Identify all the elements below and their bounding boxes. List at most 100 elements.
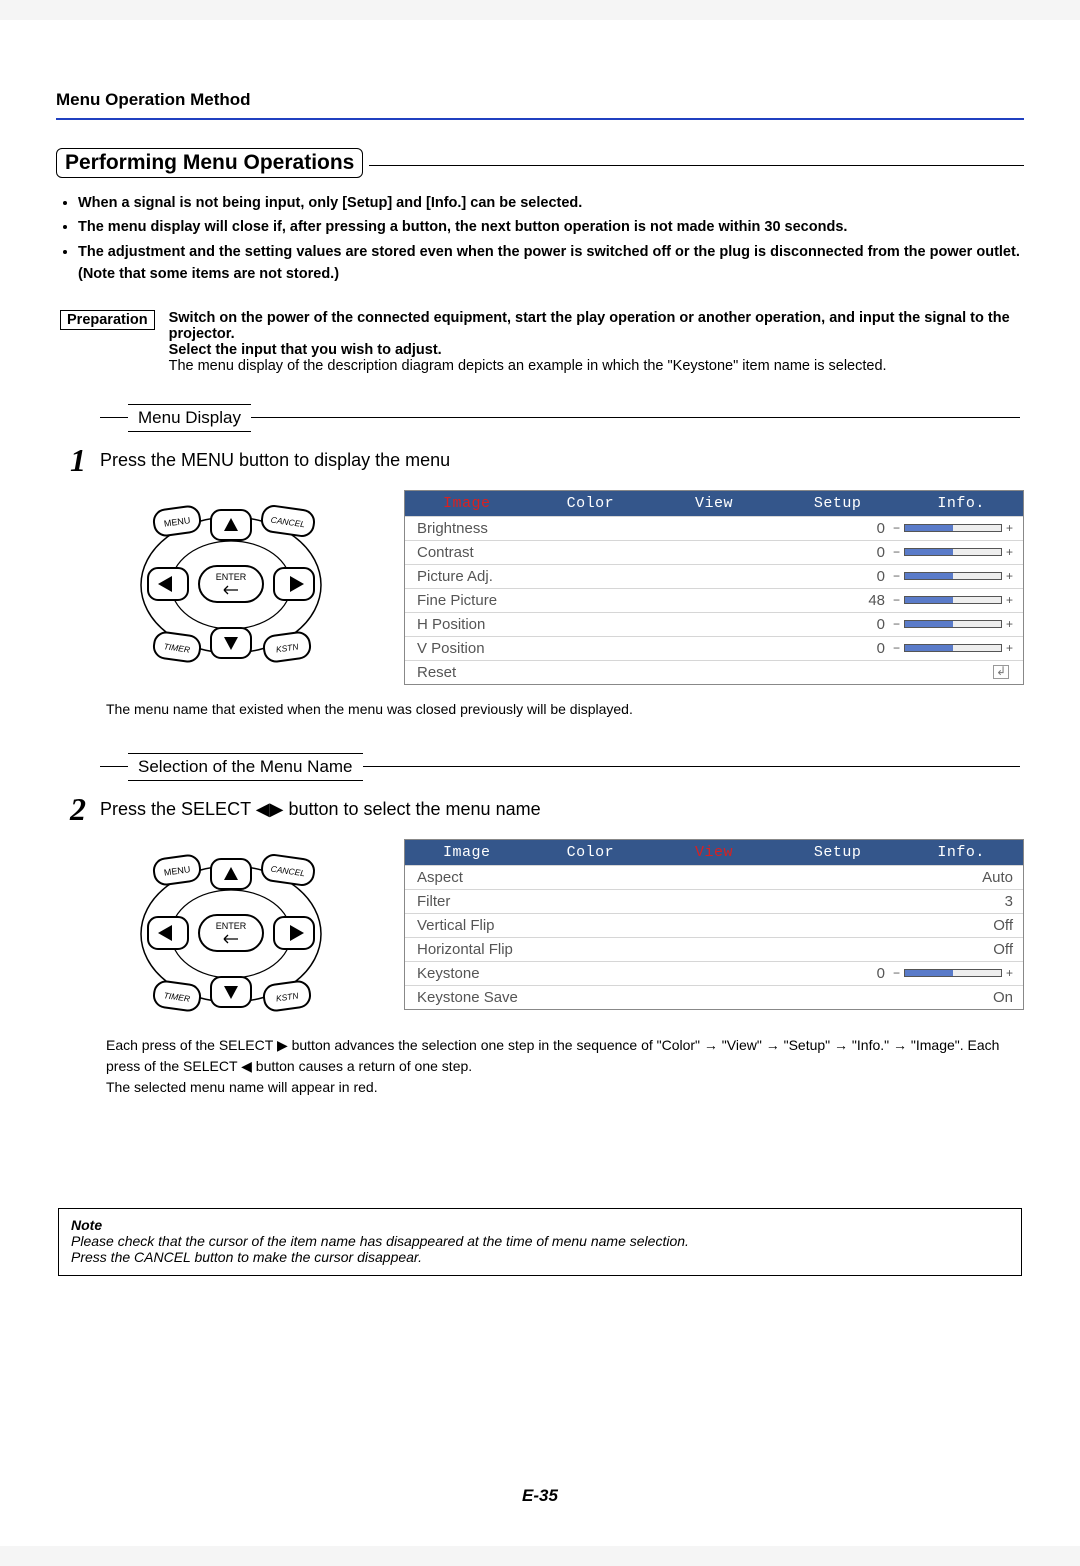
plus-icon: + xyxy=(1006,593,1013,607)
plus-icon: + xyxy=(1006,545,1013,559)
osd-row-value: Off xyxy=(861,941,1013,958)
osd-row: Filter3 xyxy=(405,889,1023,913)
osd-row-label: Reset xyxy=(417,664,993,681)
osd-bar xyxy=(904,596,1002,604)
osd-row-label: Filter xyxy=(417,893,861,910)
minus-icon: − xyxy=(893,966,900,980)
prep-bold1: Switch on the power of the connected equ… xyxy=(169,310,1010,342)
osd-row-label: Contrast xyxy=(417,544,853,561)
prep-plain: The menu display of the description diag… xyxy=(169,358,887,374)
page: Menu Operation Method Performing Menu Op… xyxy=(0,20,1080,1546)
note-body: Please check that the cursor of the item… xyxy=(71,1233,1009,1265)
osd-row-value: 3 xyxy=(861,893,1013,910)
osd-row: H Position0−+ xyxy=(405,612,1023,636)
note-box: Note Please check that the cursor of the… xyxy=(58,1208,1022,1276)
minus-icon: − xyxy=(893,617,900,631)
page-header: Menu Operation Method xyxy=(56,90,1024,110)
osd-row: Reset xyxy=(405,660,1023,684)
bullet-item: When a signal is not being input, only [… xyxy=(78,192,1024,214)
sub-heading: Menu Display xyxy=(128,404,251,432)
osd-bar xyxy=(904,620,1002,628)
osd-row: Vertical FlipOff xyxy=(405,913,1023,937)
step1-caption: The menu name that existed when the menu… xyxy=(106,701,1024,717)
osd-row-label: Vertical Flip xyxy=(417,917,861,934)
step-content: ENTER MENU CANCEL TIMER KSTN Image Color… xyxy=(106,490,1024,685)
osd-tab-image: Image xyxy=(405,491,529,516)
osd-menu-2: Image Color View Setup Info. AspectAutoF… xyxy=(404,839,1024,1010)
sub-line xyxy=(100,766,128,767)
note-title: Note xyxy=(71,1217,1009,1233)
preparation-text: Switch on the power of the connected equ… xyxy=(169,310,1024,374)
osd-tab-setup: Setup xyxy=(776,491,900,516)
step-text-post: button to select the menu name xyxy=(288,799,540,819)
osd-tab-color: Color xyxy=(529,840,653,865)
sub-line xyxy=(363,766,1020,767)
osd-bar xyxy=(904,644,1002,652)
note-line: Press the CANCEL button to make the curs… xyxy=(71,1249,422,1265)
prep-bold2: Select the input that you wish to adjust… xyxy=(169,342,442,358)
sub-heading-row: Selection of the Menu Name xyxy=(100,753,1024,781)
section-heading-line xyxy=(369,165,1024,166)
osd-row: Horizontal FlipOff xyxy=(405,937,1023,961)
sub-heading-row: Menu Display xyxy=(100,404,1024,432)
bullet-text: (Note that some items are not stored.) xyxy=(78,266,339,282)
step-content: ENTER MENU CANCEL TIMER KSTN Image Color… xyxy=(106,839,1024,1019)
osd-row-label: H Position xyxy=(417,616,853,633)
osd-row-value: 0 xyxy=(853,544,885,561)
osd-row-label: V Position xyxy=(417,640,853,657)
minus-icon: − xyxy=(893,569,900,583)
bullet-item: The adjustment and the setting values ar… xyxy=(78,241,1024,286)
osd-row: AspectAuto xyxy=(405,865,1023,889)
osd-row-label: Brightness xyxy=(417,520,853,537)
osd-row: Fine Picture48−+ xyxy=(405,588,1023,612)
step-row: 1 Press the MENU button to display the m… xyxy=(56,444,1024,476)
bullet-list: When a signal is not being input, only [… xyxy=(78,192,1024,286)
minus-icon: − xyxy=(893,521,900,535)
osd-row-label: Fine Picture xyxy=(417,592,853,609)
sub-line xyxy=(251,417,1020,418)
osd-row: Brightness0−+ xyxy=(405,516,1023,540)
osd-row-value: 0 xyxy=(853,616,885,633)
osd-bar-wrap: −+ xyxy=(893,521,1013,535)
osd-row-label: Picture Adj. xyxy=(417,568,853,585)
plus-icon: + xyxy=(1006,569,1013,583)
osd-row-label: Keystone xyxy=(417,965,853,982)
plus-icon: + xyxy=(1006,617,1013,631)
preparation-label: Preparation xyxy=(60,310,155,330)
osd-tab-view: View xyxy=(652,491,776,516)
svg-text:ENTER: ENTER xyxy=(216,572,247,582)
caption-line: Each press of the SELECT ▶ button advanc… xyxy=(106,1037,999,1074)
osd-bar-wrap: −+ xyxy=(893,569,1013,583)
osd-row: Keystone0−+ xyxy=(405,961,1023,985)
plus-icon: + xyxy=(1006,521,1013,535)
osd-row-label: Keystone Save xyxy=(417,989,861,1006)
step-text: Press the MENU button to display the men… xyxy=(100,450,450,471)
osd-rows: AspectAutoFilter3Vertical FlipOffHorizon… xyxy=(405,865,1023,1009)
osd-tabs: Image Color View Setup Info. xyxy=(405,840,1023,865)
osd-bar-wrap: −+ xyxy=(893,545,1013,559)
osd-menu-1: Image Color View Setup Info. Brightness0… xyxy=(404,490,1024,685)
step2-caption: Each press of the SELECT ▶ button advanc… xyxy=(106,1035,1024,1098)
osd-row-value: On xyxy=(861,989,1013,1006)
osd-row-label: Horizontal Flip xyxy=(417,941,861,958)
osd-bar-wrap: −+ xyxy=(893,593,1013,607)
osd-tab-info: Info. xyxy=(899,491,1023,516)
osd-tab-image: Image xyxy=(405,840,529,865)
osd-row-value: Auto xyxy=(861,869,1013,886)
osd-row: Keystone SaveOn xyxy=(405,985,1023,1009)
osd-rows: Brightness0−+Contrast0−+Picture Adj.0−+F… xyxy=(405,516,1023,684)
plus-icon: + xyxy=(1006,641,1013,655)
section-heading-row: Performing Menu Operations xyxy=(56,148,1024,178)
osd-bar xyxy=(904,548,1002,556)
caption-line: The selected menu name will appear in re… xyxy=(106,1079,378,1095)
osd-row-value: 0 xyxy=(853,965,885,982)
step-text-pre: Press the SELECT xyxy=(100,799,256,819)
osd-bar-wrap: −+ xyxy=(893,617,1013,631)
osd-bar-wrap: −+ xyxy=(893,641,1013,655)
osd-tab-view: View xyxy=(652,840,776,865)
osd-row: V Position0−+ xyxy=(405,636,1023,660)
osd-tabs: Image Color View Setup Info. xyxy=(405,491,1023,516)
note-line: Please check that the cursor of the item… xyxy=(71,1233,689,1249)
minus-icon: − xyxy=(893,545,900,559)
osd-row-value: 0 xyxy=(853,520,885,537)
